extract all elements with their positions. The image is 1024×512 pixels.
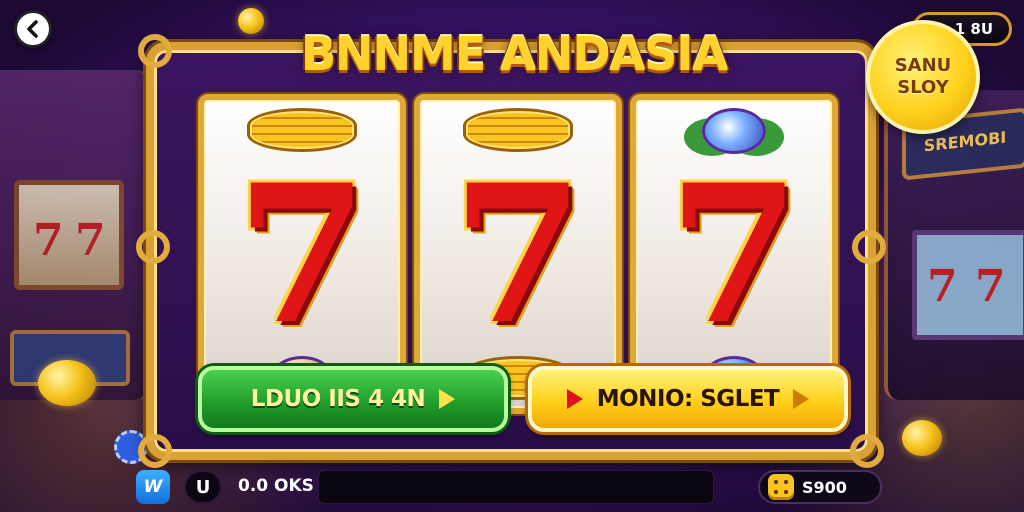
background-machine-screen: 77 <box>14 180 124 290</box>
yellow-button-label: MONIO: SGLET <box>596 386 780 412</box>
corner-button-line-1: SANU <box>894 55 952 76</box>
green-button-label: LDUO IIS 4 4N <box>250 386 426 412</box>
background-slot-machine-left: 77 <box>0 70 150 400</box>
chevron-left-icon <box>27 20 38 38</box>
frame-ornament <box>138 34 172 68</box>
corner-gold-button[interactable]: SANU SLOY <box>866 20 980 134</box>
game-title: BNNME ANDASIA <box>301 27 728 81</box>
corner-button-line-2: SLOY <box>897 77 949 98</box>
arrow-right-icon <box>439 389 456 409</box>
dice-icon <box>768 474 794 500</box>
u-icon-button[interactable]: U <box>184 470 222 504</box>
app-logo-icon[interactable]: W <box>136 470 170 504</box>
floating-coin-icon <box>38 360 96 406</box>
game-title-plate: BNNME ANDASIA <box>286 22 742 86</box>
bottom-input-track <box>318 470 714 504</box>
back-button[interactable] <box>14 10 52 48</box>
play-icon <box>566 389 583 409</box>
floating-coin-icon <box>238 8 264 34</box>
green-action-button[interactable]: LDUO IIS 4 4N <box>198 366 508 432</box>
background-slot-machine-right: SREMOBI 77 <box>884 90 1024 400</box>
status-text: 0.0 OKS <box>238 476 314 496</box>
frame-ornament <box>852 230 886 264</box>
reel-main-symbol: 7 <box>451 143 585 366</box>
reel-main-symbol: 7 <box>235 143 369 366</box>
background-machine-screen: 77 <box>912 230 1024 340</box>
arrow-right-icon <box>793 389 810 409</box>
reel-main-symbol: 7 <box>667 143 801 366</box>
bottom-bar: W U 0.0 OKS S900 <box>0 462 1024 512</box>
floating-coin-icon <box>902 420 942 456</box>
balance-display[interactable]: S900 <box>758 470 882 504</box>
yellow-action-button[interactable]: MONIO: SGLET <box>528 366 848 432</box>
frame-ornament <box>136 230 170 264</box>
balance-value: S900 <box>802 477 847 497</box>
